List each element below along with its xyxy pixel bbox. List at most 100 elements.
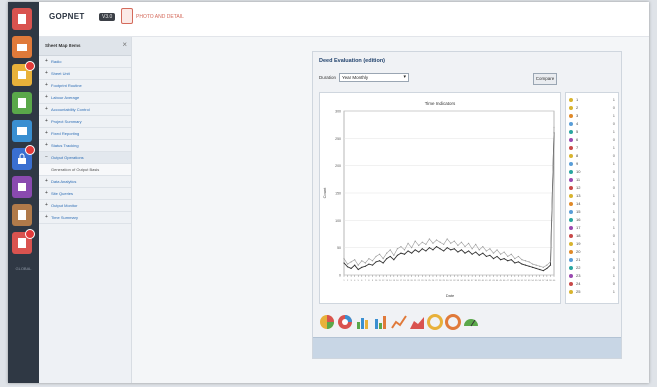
expand-icon[interactable]: + xyxy=(45,214,48,220)
tree-item[interactable]: + Accountability Control xyxy=(39,104,131,116)
legend-row[interactable]: 91 xyxy=(569,161,615,168)
legend-row[interactable]: 80 xyxy=(569,153,615,160)
tree-item-label: Site Queries xyxy=(51,191,74,196)
legend-row[interactable]: 21 1 xyxy=(569,257,615,264)
legend-row[interactable]: 15 1 xyxy=(569,209,615,216)
legend-row[interactable]: 11 xyxy=(569,97,615,104)
legend-row[interactable]: 20 0 xyxy=(569,249,615,256)
donut-chart-icon[interactable] xyxy=(337,314,353,330)
legend-row[interactable]: 19 1 xyxy=(569,241,615,248)
legend-label: 21 xyxy=(576,257,581,262)
legend-row[interactable]: 40 xyxy=(569,121,615,128)
legend-row[interactable]: 25 1 xyxy=(569,289,615,296)
tree-item[interactable]: − Output Operations xyxy=(39,152,131,164)
tree-item[interactable]: + Footprint Routine xyxy=(39,80,131,92)
launcher-app-4[interactable] xyxy=(12,92,32,114)
launcher-app-1[interactable] xyxy=(12,8,32,30)
expand-icon[interactable]: + xyxy=(45,202,48,208)
launcher-app-6[interactable] xyxy=(12,145,35,170)
legend-row[interactable]: 51 xyxy=(569,129,615,136)
ring-chart-icon[interactable] xyxy=(427,314,443,330)
launcher-app-2[interactable] xyxy=(12,36,32,58)
legend-row[interactable]: 22 0 xyxy=(569,265,615,272)
expand-icon[interactable]: + xyxy=(45,118,48,124)
legend-swatch xyxy=(569,266,573,270)
legend-label: 20 xyxy=(576,249,581,254)
tree-item[interactable]: + Project Summary xyxy=(39,116,131,128)
window-icon xyxy=(17,127,27,135)
legend-row[interactable]: 14 0 xyxy=(569,201,615,208)
legend-row[interactable]: 23 1 xyxy=(569,273,615,280)
launcher-app-3[interactable] xyxy=(12,61,35,86)
series-2-point xyxy=(500,253,502,255)
tree-item[interactable]: + Output Monitor xyxy=(39,200,131,212)
tree-item[interactable]: + Radio xyxy=(39,56,131,68)
legend-row[interactable]: 11 1 xyxy=(569,177,615,184)
tree-item[interactable]: + Labour Average xyxy=(39,92,131,104)
expand-icon[interactable]: + xyxy=(45,58,48,64)
legend-row[interactable]: 12 0 xyxy=(569,185,615,192)
legend-swatch xyxy=(569,114,573,118)
tree-item[interactable]: + Sheet Unit xyxy=(39,68,131,80)
pie-chart-icon[interactable] xyxy=(319,314,335,330)
legend-label: 16 xyxy=(576,217,581,222)
expand-icon[interactable]: + xyxy=(45,130,48,136)
column-chart-icon[interactable] xyxy=(373,314,389,330)
sheet-icon xyxy=(18,98,26,108)
duration-select[interactable]: Year Monthly ▾ xyxy=(339,73,409,82)
expand-icon[interactable]: + xyxy=(45,190,48,196)
expand-icon[interactable]: + xyxy=(45,70,48,76)
legend-row[interactable]: 17 1 xyxy=(569,225,615,232)
series-1-point xyxy=(414,249,416,251)
legend-label: 14 xyxy=(576,201,581,206)
series-1-point xyxy=(535,267,537,270)
header-action-link[interactable]: PHOTO AND DETAIL xyxy=(136,14,184,20)
tree-item[interactable]: + Time Summary xyxy=(39,212,131,224)
duration-label: Duration xyxy=(319,75,337,80)
area-chart-icon[interactable] xyxy=(409,314,425,330)
expand-icon[interactable]: + xyxy=(45,82,48,88)
launcher-app-7[interactable] xyxy=(12,176,32,198)
close-icon[interactable]: × xyxy=(122,40,127,49)
series-1-point xyxy=(471,253,473,255)
legend-row[interactable]: 31 xyxy=(569,113,615,120)
gauge-chart-icon[interactable] xyxy=(463,314,479,330)
launcher-app-9[interactable] xyxy=(12,229,35,254)
line-chart-icon[interactable] xyxy=(391,314,407,330)
expand-icon[interactable]: + xyxy=(45,94,48,100)
photo-icon[interactable] xyxy=(121,8,133,24)
compare-button[interactable]: Compare xyxy=(533,73,557,85)
legend-row[interactable]: 24 0 xyxy=(569,281,615,288)
tree-item-label: Labour Average xyxy=(51,95,80,100)
y-tick-label: 100 xyxy=(335,219,341,223)
bar-chart-icon[interactable] xyxy=(355,314,371,330)
tree-subitem[interactable]: Generation of Output Basis xyxy=(39,164,131,176)
expand-icon[interactable]: + xyxy=(45,106,48,112)
expand-icon[interactable]: + xyxy=(45,142,48,148)
tree-item[interactable]: + Site Queries xyxy=(39,188,131,200)
legend-row[interactable]: 18 0 xyxy=(569,233,615,240)
series-2-point xyxy=(368,258,370,260)
tree-item[interactable]: + Data Analytics xyxy=(39,176,131,188)
series-1-point xyxy=(482,252,484,254)
launcher-app-5[interactable] xyxy=(12,120,32,142)
legend-row[interactable]: 16 0 xyxy=(569,217,615,224)
radar-chart-icon[interactable] xyxy=(445,314,461,330)
series-line-2 xyxy=(343,127,555,268)
tree-item[interactable]: + Fixed Reporting xyxy=(39,128,131,140)
legend-row[interactable]: 20 xyxy=(569,105,615,112)
legend-row[interactable]: 13 1 xyxy=(569,193,615,200)
collapse-icon[interactable]: − xyxy=(45,154,48,160)
expand-icon[interactable]: + xyxy=(45,178,48,184)
legend-row[interactable]: 71 xyxy=(569,145,615,152)
legend-swatch xyxy=(569,138,573,142)
legend-row[interactable]: 60 xyxy=(569,137,615,144)
series-1-point xyxy=(371,264,374,266)
series-1-point xyxy=(389,255,391,258)
launcher-app-8[interactable] xyxy=(12,204,32,226)
series-2-point xyxy=(432,242,434,244)
legend-row[interactable]: 10 0 xyxy=(569,169,615,176)
tree-item[interactable]: + Status Tracking xyxy=(39,140,131,152)
tree-header: Sheet Map Items × xyxy=(39,37,131,56)
series-1-point xyxy=(346,266,349,268)
